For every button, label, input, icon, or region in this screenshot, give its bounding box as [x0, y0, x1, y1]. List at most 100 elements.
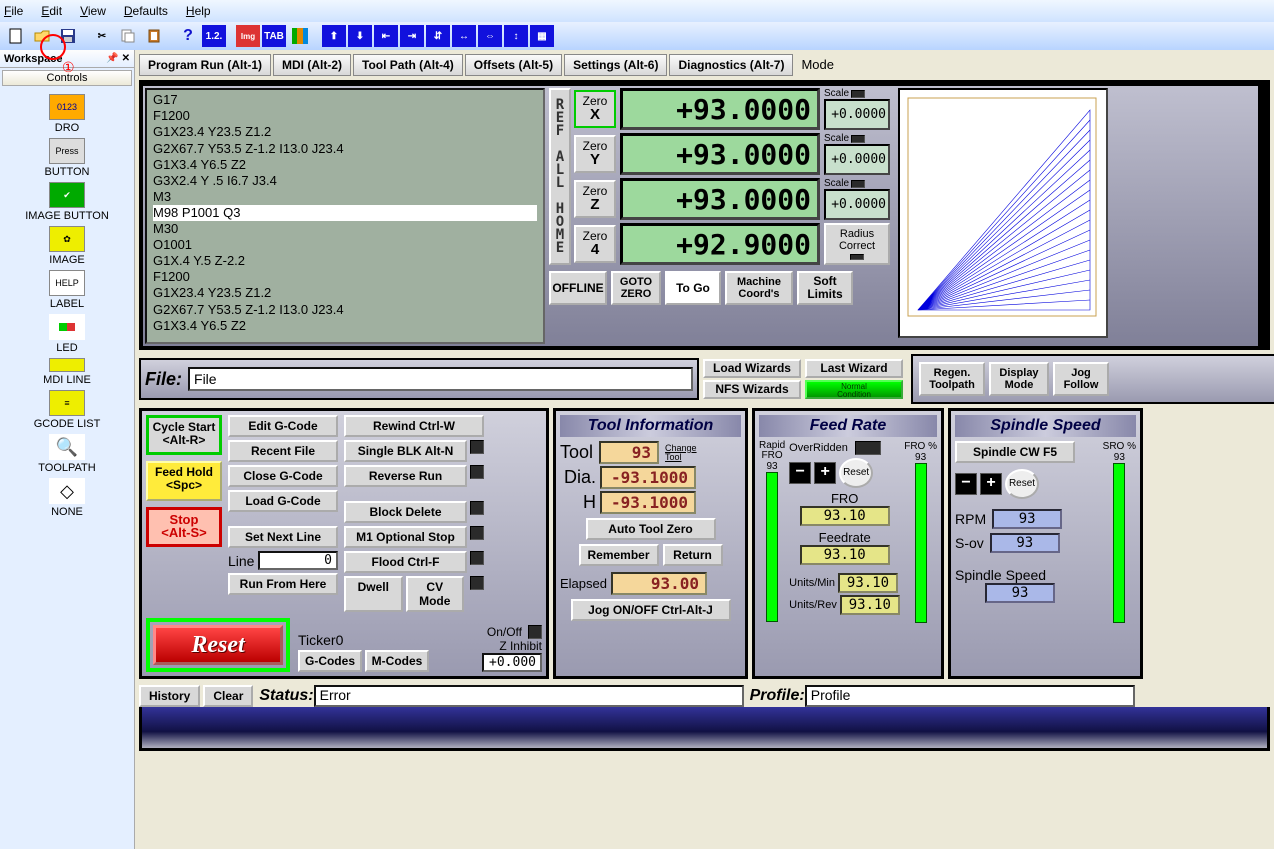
fro-minus-button[interactable]: − — [789, 462, 811, 484]
remember-button[interactable]: Remember — [579, 544, 659, 566]
toolpath-display[interactable] — [898, 88, 1108, 338]
menu-help[interactable]: Help — [186, 4, 211, 18]
close-icon[interactable]: ✕ — [122, 53, 130, 64]
menu-edit[interactable]: Edit — [41, 4, 62, 18]
sro-reset-button[interactable]: Reset — [1005, 469, 1039, 499]
tab-diagnostics[interactable]: Diagnostics (Alt-7) — [669, 54, 793, 76]
copy-icon[interactable] — [116, 25, 140, 47]
tool-tab-icon[interactable]: TAB — [262, 25, 286, 47]
dro-4[interactable]: +92.9000 — [620, 223, 820, 265]
ws-item-button[interactable]: PressBUTTON — [44, 138, 89, 178]
menu-defaults[interactable]: Defaults — [124, 4, 168, 18]
align-bottom-icon[interactable]: ⬇ — [348, 25, 372, 47]
last-wizard-button[interactable]: Last Wizard — [805, 359, 903, 378]
spindle-speed-field[interactable]: 93 — [985, 583, 1055, 603]
reverse-run-button[interactable]: Reverse Run — [344, 465, 467, 487]
ws-item-toolpath[interactable]: 🔍TOOLPATH — [38, 434, 95, 474]
open-file-icon[interactable] — [30, 25, 54, 47]
offline-button[interactable]: OFFLINE — [549, 271, 607, 305]
units-min-field[interactable]: 93.10 — [838, 573, 898, 593]
spindle-cw-button[interactable]: Spindle CW F5 — [955, 441, 1075, 463]
zero-y-button[interactable]: ZeroY — [574, 135, 616, 173]
run-from-here-button[interactable]: Run From Here — [228, 573, 338, 595]
edit-gcode-button[interactable]: Edit G-Code — [228, 415, 338, 437]
menu-view[interactable]: View — [80, 4, 106, 18]
flood-button[interactable]: Flood Ctrl-F — [344, 551, 467, 573]
save-icon[interactable] — [56, 25, 80, 47]
rewind-button[interactable]: Rewind Ctrl-W — [344, 415, 484, 437]
ws-item-image-button[interactable]: ✔IMAGE BUTTON — [25, 182, 109, 222]
feed-hold-button[interactable]: Feed Hold <Spc> — [146, 461, 222, 501]
pin-icon[interactable]: 📌 — [106, 53, 118, 64]
soft-limits-button[interactable]: Soft Limits — [797, 271, 853, 305]
set-next-line-button[interactable]: Set Next Line — [228, 526, 338, 548]
stop-button[interactable]: Stop <Alt-S> — [146, 507, 222, 547]
fro-reset-button[interactable]: Reset — [839, 458, 873, 488]
tool-123-icon[interactable]: 1.2. — [202, 25, 226, 47]
stretch-v-icon[interactable]: ↕ — [504, 25, 528, 47]
reset-button[interactable]: Reset — [153, 625, 283, 665]
grid-icon[interactable]: ▦ — [530, 25, 554, 47]
single-block-button[interactable]: Single BLK Alt-N — [344, 440, 467, 462]
tool-img-icon[interactable]: Img — [236, 25, 260, 47]
cycle-start-button[interactable]: Cycle Start <Alt-R> — [146, 415, 222, 455]
history-button[interactable]: History — [139, 685, 200, 707]
ws-item-label[interactable]: HELPLABEL — [49, 270, 85, 310]
dro-x[interactable]: +93.0000 — [620, 88, 820, 130]
zero-4-button[interactable]: Zero4 — [574, 225, 616, 263]
z-inhibit-field[interactable]: +0.000 — [482, 653, 542, 672]
sov-field[interactable]: 93 — [990, 533, 1060, 553]
feedrate-field[interactable]: 93.10 — [800, 545, 890, 565]
file-field[interactable]: File — [188, 367, 693, 391]
machine-coords-button[interactable]: Machine Coord's — [725, 271, 793, 305]
auto-tool-zero-button[interactable]: Auto Tool Zero — [586, 518, 716, 540]
load-gcode-button[interactable]: Load G-Code — [228, 490, 338, 512]
tab-program-run[interactable]: Program Run (Alt-1) — [139, 54, 271, 76]
radius-correct-button[interactable]: RadiusCorrect — [824, 223, 890, 265]
units-rev-field[interactable]: 93.10 — [840, 595, 900, 615]
cut-icon[interactable]: ✂ — [90, 25, 114, 47]
return-button[interactable]: Return — [663, 544, 723, 566]
line-field[interactable]: 0 — [258, 551, 338, 570]
fro-field[interactable]: 93.10 — [800, 506, 890, 526]
block-delete-button[interactable]: Block Delete — [344, 501, 467, 523]
to-go-button[interactable]: To Go — [665, 271, 721, 305]
recent-file-button[interactable]: Recent File — [228, 440, 338, 462]
align-left-icon[interactable]: ⇤ — [374, 25, 398, 47]
rpm-field[interactable]: 93 — [992, 509, 1062, 529]
change-tool-label[interactable]: Change Tool — [665, 444, 697, 462]
ws-item-gcode-list[interactable]: ≡GCODE LIST — [34, 390, 101, 430]
paste-icon[interactable] — [142, 25, 166, 47]
tool-number-field[interactable]: 93 — [599, 441, 659, 464]
align-center-v-icon[interactable]: ⇵ — [426, 25, 450, 47]
menu-file[interactable]: File — [4, 4, 23, 18]
nfs-wizards-button[interactable]: NFS Wizards — [703, 380, 801, 399]
dro-z[interactable]: +93.0000 — [620, 178, 820, 220]
tab-settings[interactable]: Settings (Alt-6) — [564, 54, 667, 76]
tab-tool-path[interactable]: Tool Path (Alt-4) — [353, 54, 463, 76]
ws-item-image[interactable]: ✿IMAGE — [49, 226, 85, 266]
h-field[interactable]: -93.1000 — [600, 491, 696, 514]
g-codes-button[interactable]: G-Codes — [298, 650, 362, 672]
dia-field[interactable]: -93.1000 — [600, 466, 696, 489]
m1-optional-button[interactable]: M1 Optional Stop — [344, 526, 467, 548]
m-codes-button[interactable]: M-Codes — [365, 650, 429, 672]
jog-follow-button[interactable]: Jog Follow — [1053, 362, 1109, 396]
align-top-icon[interactable]: ⬆ — [322, 25, 346, 47]
jog-onoff-button[interactable]: Jog ON/OFF Ctrl-Alt-J — [571, 599, 731, 621]
clear-button[interactable]: Clear — [203, 685, 253, 707]
ref-all-home-button[interactable]: R E F A L L H O M E — [549, 88, 571, 265]
load-wizards-button[interactable]: Load Wizards — [703, 359, 801, 378]
ws-item-dro[interactable]: 0123DRO — [49, 94, 85, 134]
display-mode-button[interactable]: Display Mode — [989, 362, 1049, 396]
ws-item-mdi[interactable]: MDI LINE — [43, 358, 91, 386]
new-file-icon[interactable] — [4, 25, 28, 47]
tab-mdi[interactable]: MDI (Alt-2) — [273, 54, 351, 76]
tab-offsets[interactable]: Offsets (Alt-5) — [465, 54, 562, 76]
help-icon[interactable]: ? — [176, 25, 200, 47]
cv-mode-button[interactable]: CV Mode — [406, 576, 465, 612]
zero-x-button[interactable]: ZeroX — [574, 90, 616, 128]
stretch-h-icon[interactable]: ↔ — [452, 25, 476, 47]
regen-toolpath-button[interactable]: Regen. Toolpath — [919, 362, 985, 396]
fit-h-icon[interactable]: ⇔ — [478, 25, 502, 47]
